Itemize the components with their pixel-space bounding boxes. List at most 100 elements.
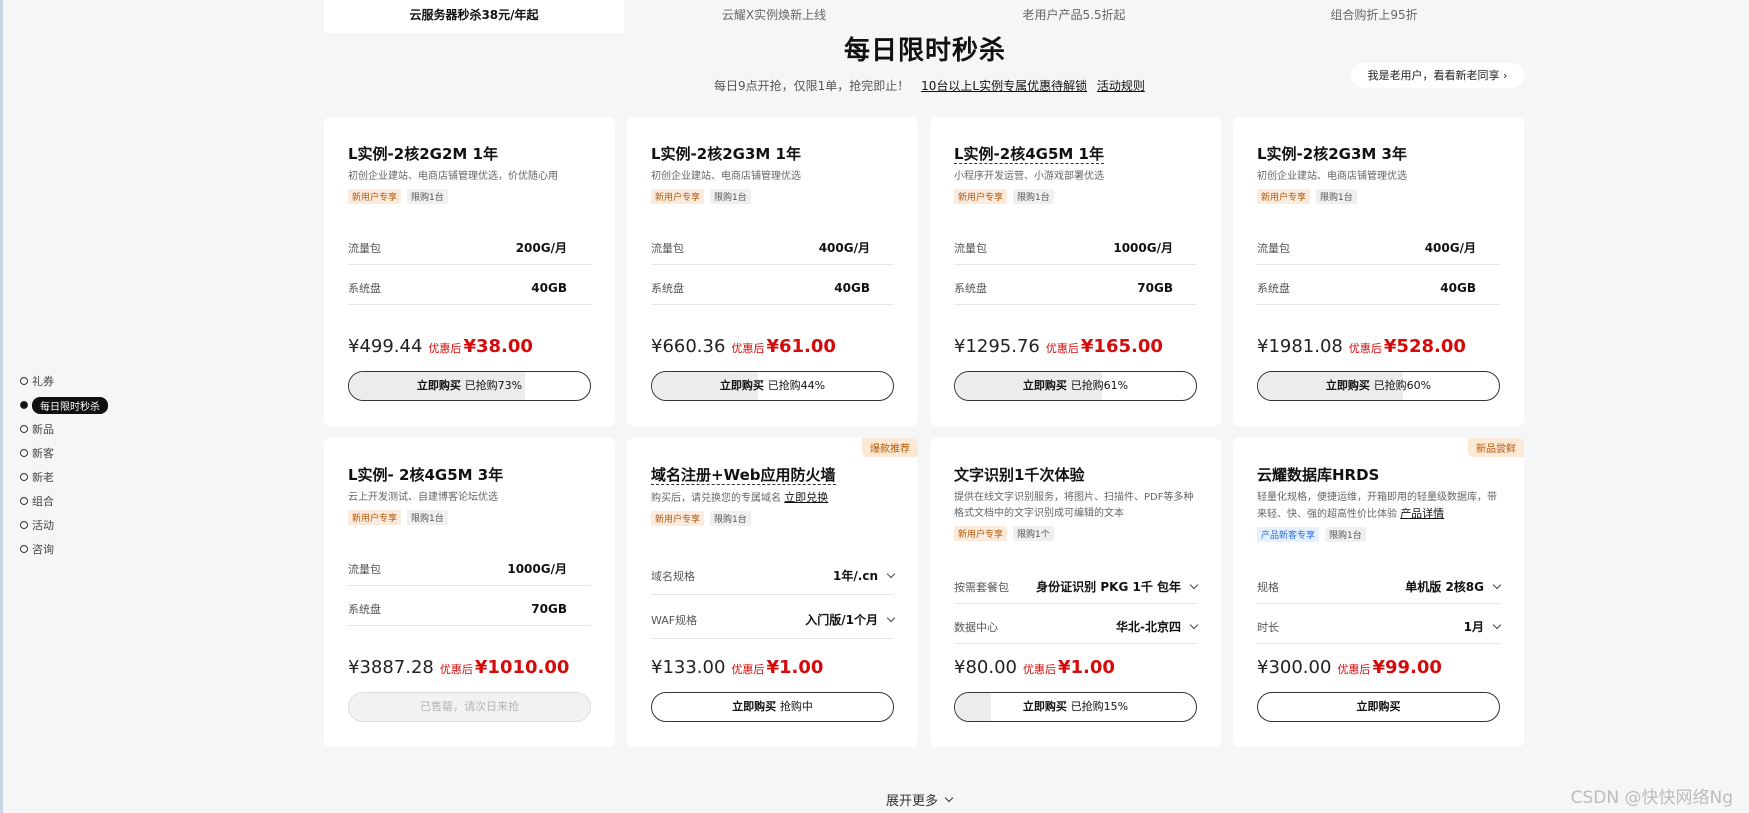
nav-dot-icon <box>20 401 28 409</box>
waf-spec-select[interactable]: 入门版/1个月 <box>805 611 896 628</box>
unlock-offer-link[interactable]: 10台以上L实例专属优惠待解锁 <box>921 79 1087 93</box>
spec-label: 流量包 <box>348 562 381 576</box>
tab-seckill[interactable]: 云服务器秒杀38元/年起 <box>324 0 624 33</box>
deal-price: ¥99.00 <box>1372 657 1442 678</box>
spec-value: 1000G/月 <box>1113 241 1173 255</box>
spec-label: 流量包 <box>1257 241 1290 255</box>
after-discount-label: 优惠后 <box>428 342 462 355</box>
tab-new-instance[interactable]: 云耀X实例焕新上线 <box>624 0 924 33</box>
subtitle-text: 每日9点开抢，仅限1单，抢完即止！ <box>714 79 910 93</box>
product-desc: 小程序开发运营、小游戏部署优选 <box>954 171 1104 182</box>
old-user-button[interactable]: 我是老用户，看看新老同享 › <box>1351 63 1524 88</box>
spec-row: 系统盘 40GB <box>1257 265 1500 305</box>
side-item-new-product[interactable]: 新品 <box>20 417 108 441</box>
after-discount-label: 优惠后 <box>731 663 765 676</box>
product-card: L实例-2核2G3M 3年 初创企业建站、电商店铺管理优选 新用户专享 限购1台 … <box>1233 117 1524 426</box>
spec-value: 400G/月 <box>1424 241 1476 255</box>
product-title: L实例-2核2G3M 1年 <box>651 145 801 163</box>
tab-old-user[interactable]: 老用户产品5.5折起 <box>924 0 1224 33</box>
select-label: 时长 <box>1257 620 1279 634</box>
deal-price: ¥1.00 <box>766 657 824 678</box>
new-user-tag: 新用户专享 <box>651 189 705 204</box>
new-user-tag: 新用户专享 <box>954 189 1008 204</box>
side-item-new-customer[interactable]: 新客 <box>20 441 108 465</box>
buy-label: 立即购买 <box>1325 379 1370 392</box>
spec-select[interactable]: 单机版 2核8G <box>1405 578 1502 595</box>
limit-tag: 限购1台 <box>1013 189 1054 204</box>
select-value: 身份证识别 PKG 1千 包年 <box>1036 580 1181 594</box>
buy-button[interactable]: 立即购买 已抢购61% <box>954 371 1197 401</box>
side-item-activity[interactable]: 活动 <box>20 513 108 537</box>
side-item-label: 活动 <box>32 519 54 532</box>
sold-out-label: 已售罄，请次日来抢 <box>420 700 519 713</box>
price-row: ¥80.00 优惠后 ¥1.00 <box>954 657 1115 678</box>
buy-button[interactable]: 立即购买 已抢购60% <box>1257 371 1500 401</box>
side-item-label: 咨询 <box>32 543 54 556</box>
buy-label: 立即购买 <box>732 700 777 713</box>
chevron-down-icon <box>1492 580 1502 590</box>
original-price: ¥660.36 <box>651 336 726 357</box>
side-item-new-old[interactable]: 新老 <box>20 465 108 489</box>
nav-dot-icon <box>20 497 28 505</box>
price-row: ¥133.00 优惠后 ¥1.00 <box>651 657 823 678</box>
buy-button[interactable]: 立即购买 已抢购15% <box>954 692 1197 722</box>
product-desc: 初创企业建站、电商店铺管理优选 <box>651 171 801 182</box>
buy-label: 立即购买 <box>1356 700 1401 713</box>
expand-more-button[interactable]: 展开更多 <box>886 790 954 809</box>
spec-row: 系统盘 70GB <box>348 586 591 626</box>
buy-label: 立即购买 <box>416 379 461 392</box>
buy-button[interactable]: 立即购买 已抢购73% <box>348 371 591 401</box>
product-desc: 初创企业建站、电商店铺管理优选 <box>1257 171 1407 182</box>
side-item-consult[interactable]: 咨询 <box>20 537 108 561</box>
page-title: 每日限时秒杀 <box>843 36 1006 66</box>
tab-combo[interactable]: 组合购折上95折 <box>1224 0 1524 33</box>
price-row: ¥3887.28 优惠后 ¥1010.00 <box>348 657 569 678</box>
side-item-combo[interactable]: 组合 <box>20 489 108 513</box>
nav-dot-icon <box>20 425 28 433</box>
new-user-tag: 新用户专享 <box>1257 189 1311 204</box>
select-label: 域名规格 <box>651 569 695 583</box>
spec-row: 系统盘 40GB <box>651 265 894 305</box>
limit-tag: 限购1台 <box>1316 189 1357 204</box>
spec-row: 流量包 400G/月 <box>651 225 894 265</box>
buy-label: 立即购买 <box>1022 379 1067 392</box>
select-value: 单机版 2核8G <box>1405 580 1484 594</box>
spec-value: 400G/月 <box>818 241 870 255</box>
product-desc: 初创企业建站、电商店铺管理优选，价优随心用 <box>348 171 558 182</box>
side-item-coupon[interactable]: 礼券 <box>20 369 108 393</box>
product-title: L实例-2核2G2M 1年 <box>348 145 498 163</box>
domain-spec-select[interactable]: 1年/.cn <box>833 567 896 584</box>
duration-select[interactable]: 1月 <box>1464 618 1502 635</box>
nav-dot-icon <box>20 545 28 553</box>
package-select[interactable]: 身份证识别 PKG 1千 包年 <box>1036 578 1199 595</box>
spec-label: 流量包 <box>348 241 381 255</box>
select-row: 数据中心 华北-北京四 <box>954 604 1199 644</box>
after-discount-label: 优惠后 <box>1337 663 1371 676</box>
product-details-link[interactable]: 产品详情 <box>1400 507 1444 520</box>
redeem-link[interactable]: 立即兑换 <box>784 491 828 504</box>
product-title: 文字识别1千次体验 <box>954 466 1085 484</box>
select-value: 入门版/1个月 <box>805 613 878 627</box>
watermark: CSDN @快快网络Ng <box>1570 788 1733 808</box>
deal-price: ¥38.00 <box>463 336 533 357</box>
spec-value: 40GB <box>531 280 567 295</box>
buy-label: 立即购买 <box>1022 700 1067 713</box>
new-user-tag: 新用户专享 <box>954 526 1008 541</box>
side-item-label: 新客 <box>32 447 54 460</box>
rules-link[interactable]: 活动规则 <box>1097 79 1145 93</box>
window-left-edge <box>0 0 3 813</box>
buy-button[interactable]: 立即购买 <box>1257 692 1500 722</box>
product-card: L实例-2核2G2M 1年 初创企业建站、电商店铺管理优选，价优随心用 新用户专… <box>324 117 615 426</box>
limit-tag: 限购1个 <box>1013 526 1054 541</box>
hot-badge: 爆款推荐 <box>862 438 918 457</box>
buy-button[interactable]: 立即购买 抢购中 <box>651 692 894 722</box>
expand-more-label: 展开更多 <box>886 794 939 809</box>
select-row: WAF规格 入门版/1个月 <box>651 595 896 639</box>
chevron-down-icon <box>944 793 954 803</box>
region-select[interactable]: 华北-北京四 <box>1116 618 1199 635</box>
promo-tab-bar: 云服务器秒杀38元/年起 云耀X实例焕新上线 老用户产品5.5折起 组合购折上9… <box>324 0 1524 33</box>
side-item-seckill[interactable]: 每日限时秒杀 <box>20 393 108 417</box>
buy-button[interactable]: 立即购买 已抢购44% <box>651 371 894 401</box>
spec-value: 40GB <box>1440 280 1476 295</box>
side-item-label: 礼券 <box>32 375 54 388</box>
